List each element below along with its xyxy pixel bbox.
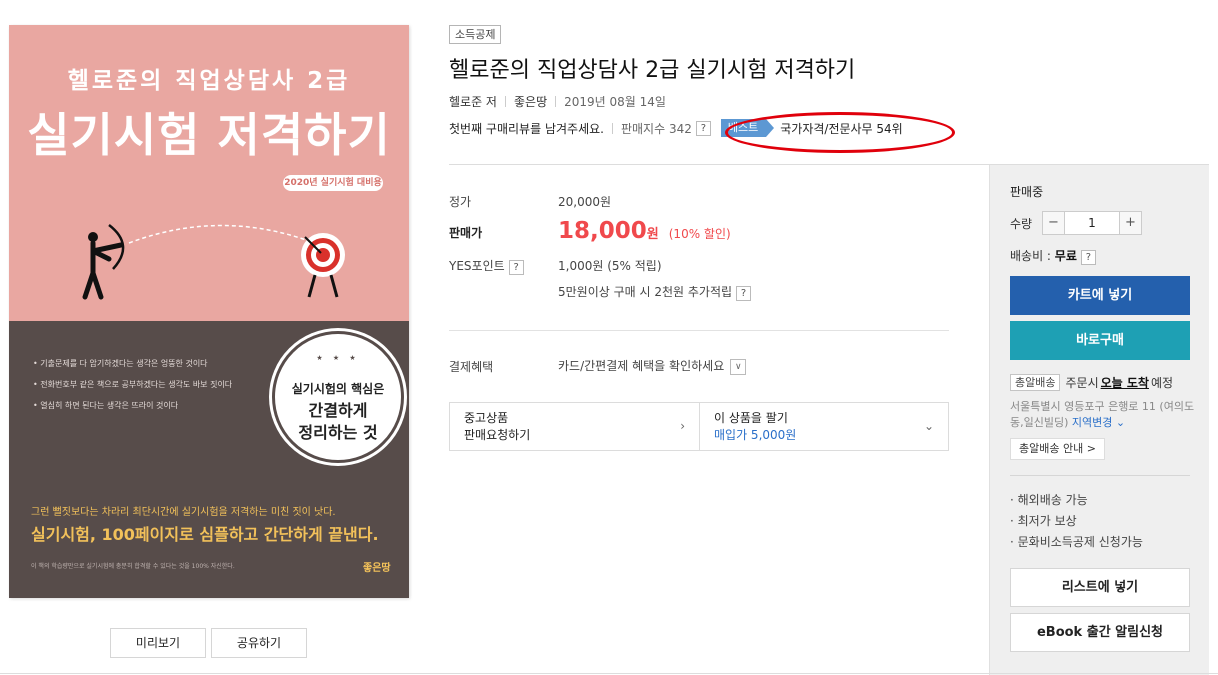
sale-price-unit: 원 [646,227,659,242]
payment-benefit-text: 카드/간편결제 혜택을 확인하세요 [558,359,725,373]
cover-circle-line2a: 간결하게 [308,401,368,420]
delivery-post: 예정 [1150,376,1174,390]
region-change-label: 지역변경 [1071,416,1113,429]
cover-title-line1: 헬로준의 직업상담사 2급 [67,68,351,94]
buyback-price: 매입가 5,000원 [714,428,797,442]
review-prompt-link[interactable]: 첫번째 구매리뷰를 남겨주세요. [449,120,604,137]
cover-circle-line1: 실기시험의 핵심은 [291,382,385,396]
quantity-plus-button[interactable]: + [1120,212,1141,234]
cover-bullet: • 기출문제를 다 암기하겠다는 생각은 엉뚱한 것이다 [33,359,208,368]
add-to-cart-button[interactable]: 카트에 넣기 [1010,276,1190,315]
tax-deduction-badge: 소득공제 [449,25,502,44]
sales-index: 판매지수 342 [620,121,692,136]
cover-main-copy: 실기시험, 100페이지로 심플하고 간단하게 끝낸다. [31,525,379,544]
meta-divider [504,96,506,107]
annotation-circle [725,112,955,153]
used-right-line1: 이 상품을 팔기 [714,411,788,425]
meta-divider [611,122,613,134]
shipping-fee-value: 무료 [1054,249,1077,263]
sell-this-item-button[interactable]: 이 상품을 팔기 매입가 5,000원 ⌄ [699,403,948,450]
express-delivery-tag: 총알배송 [1010,374,1061,391]
page-bottom-divider [0,673,1218,674]
publish-date: 2019년 08월 14일 [564,95,666,109]
extra-points-help-icon[interactable]: ? [736,286,752,301]
cover-bullet: • 열심히 하면 된다는 생각은 뜨라이 것이다 [33,401,179,410]
meta-divider [555,96,557,107]
points-value: 1,000원 (5% 적립) [558,259,662,273]
delivery-when: 오늘 도착 [1100,376,1149,390]
sale-price-label: 판매가 [449,226,483,240]
delivery-estimate: 총알배송 주문시 오늘 도착 예정 [1010,374,1173,391]
shipping-fee-label: 배송비 : [1010,249,1055,263]
publisher-logo: 좋은땅 [363,563,391,574]
sale-price: 18,000원 (10% 할인) [558,218,731,244]
points-help-icon[interactable]: ? [508,260,524,275]
buy-now-button[interactable]: 바로구매 [1010,321,1190,360]
sale-price-value: 18,000 [558,218,647,244]
archer-target-illustration [82,224,345,300]
feature-item: 최저가 보상 [1010,511,1143,532]
product-title: 헬로준의 직업상담사 2급 실기시험 저격하기 [449,58,856,83]
used-goods-box: 중고상품 판매요청하기 › 이 상품을 팔기 매입가 5,000원 ⌄ [449,402,949,451]
shipping-fee: 배송비 : 무료? [1010,247,1096,265]
delivery-pre: 주문시 [1065,376,1099,390]
purchase-panel: 판매중 수량 − 1 + 배송비 : 무료? 카트에 넣기 바로구매 총알배송 … [989,165,1209,675]
author-link[interactable]: 헬로준 저 [449,93,497,110]
book-cover[interactable]: 헬로준의 직업상담사 2급 실기시험 저격하기 2020년 실기시험 대비용 •… [9,25,409,598]
points-label-text: YES포인트 [449,259,505,273]
feature-item: 해외배송 가능 [1010,490,1143,511]
add-to-list-button[interactable]: 리스트에 넣기 [1010,568,1190,607]
cover-title-line2: 실기시험 저격하기 [27,108,391,162]
price-divider [449,330,949,331]
cover-circle-line2b: 정리하는 것 [298,423,378,442]
extra-points: 5만원이상 구매 시 2천원 추가적립? [558,283,752,301]
sales-index-help-icon[interactable]: ? [695,120,711,136]
delivery-address: 서울특별시 영등포구 은행로 11 (여의도동,일신빌딩) 지역변경 ⌄ [1010,399,1200,431]
sale-status: 판매중 [1010,185,1044,199]
shipping-help-icon[interactable]: ? [1080,250,1096,265]
quantity-minus-button[interactable]: − [1043,212,1064,234]
quantity-input[interactable]: 1 [1064,212,1120,234]
region-change-link[interactable]: 지역변경 ⌄ [1072,416,1125,429]
quantity-stepper: − 1 + [1042,211,1142,235]
share-button[interactable]: 공유하기 [211,628,307,658]
cover-circle-emblem: ★ ★ ★ 실기시험의 핵심은 간결하게 정리하는 것 [272,331,404,463]
payment-benefit-label: 결제혜택 [449,360,494,374]
cover-bullet: • 전화번호부 같은 책으로 공부하겠다는 생각도 바보 짓이다 [33,380,233,389]
quantity-label: 수량 [1010,217,1033,231]
express-guide-button[interactable]: 총알배송 안내 > [1010,438,1105,460]
list-price-value: 20,000원 [558,195,612,209]
cover-tagline: 그런 뻘짓보다는 차라리 최단시간에 실기시험을 저격하는 미친 짓이 낫다. [31,507,336,518]
points-label: YES포인트? [449,257,524,275]
chevron-down-icon: ⌄ [923,419,934,433]
cover-badge: 2020년 실기시험 대비용 [283,175,383,191]
chevron-right-icon: › [680,419,685,433]
feature-item: 문화비소득공제 신청가능 [1010,532,1143,553]
feature-list: 해외배송 가능 최저가 보상 문화비소득공제 신청가능 [1010,490,1143,553]
discount-rate: (10% 할인) [668,227,731,241]
chevron-down-icon[interactable]: ∨ [730,358,747,375]
cover-bullets: • 기출문제를 다 암기하겠다는 생각은 엉뚱한 것이다 • 전화번호부 같은 … [33,353,283,416]
used-left-line1: 중고상품 [464,411,509,425]
extra-points-text: 5만원이상 구매 시 2천원 추가적립 [558,285,733,299]
used-left-line2: 판매요청하기 [464,428,531,442]
ebook-alert-button[interactable]: eBook 출간 알림신청 [1010,613,1190,652]
payment-benefit[interactable]: 카드/간편결제 혜택을 확인하세요 ∨ [558,357,747,375]
used-sell-request-button[interactable]: 중고상품 판매요청하기 › [450,403,699,450]
preview-button[interactable]: 미리보기 [110,628,206,658]
cover-fine-print: 이 책의 학습량만으로 실기시험에 충분히 합격할 수 있다는 것을 100% … [31,563,235,570]
list-price-label: 정가 [449,195,472,209]
product-meta: 헬로준 저 좋은땅 2019년 08월 14일 [449,93,666,110]
publisher-link[interactable]: 좋은땅 [514,93,547,110]
panel-divider [1010,475,1190,476]
cover-stars: ★ ★ ★ [316,354,360,362]
cover-circle-line2: 간결하게 정리하는 것 [275,400,401,444]
